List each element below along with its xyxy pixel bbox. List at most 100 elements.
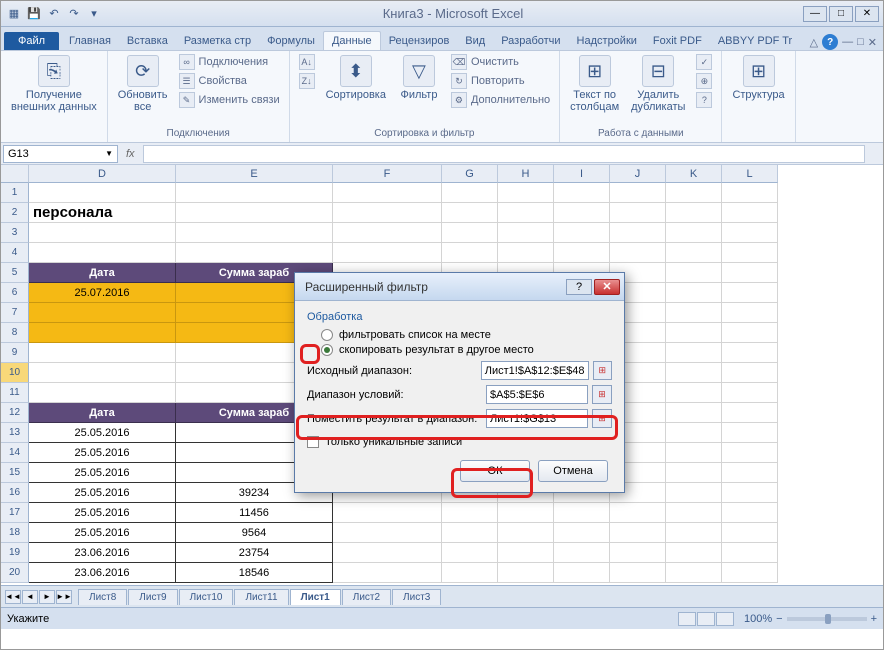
cell-L13[interactable] [722,423,778,443]
save-icon[interactable]: 💾 [25,5,43,23]
col-G[interactable]: G [442,165,498,183]
cell-D6[interactable]: 25.07.2016 [29,283,176,303]
cell-L7[interactable] [722,303,778,323]
cell-J4[interactable] [610,243,666,263]
cell-K8[interactable] [666,323,722,343]
radio-filter-inplace[interactable]: фильтровать список на месте [321,329,612,341]
cancel-button[interactable]: Отмена [538,460,608,482]
sort-az-button[interactable]: A↓ [296,53,318,71]
cell-K6[interactable] [666,283,722,303]
tab-insert[interactable]: Вставка [119,32,176,50]
cell-K17[interactable] [666,503,722,523]
data-validation-button[interactable]: ✓ [693,53,715,71]
qat-dropdown-icon[interactable]: ▾ [85,5,103,23]
cell-K9[interactable] [666,343,722,363]
col-D[interactable]: D [29,165,176,183]
maximize-button[interactable]: □ [829,6,853,22]
doc-restore-icon[interactable]: □ [857,36,864,48]
cell-D20[interactable]: 23.06.2016 [29,563,176,583]
tab-abbyy[interactable]: ABBYY PDF Tr [710,32,800,50]
zoom-in-button[interactable]: + [871,613,877,625]
refresh-all-button[interactable]: ⟳Обновить все [114,53,172,115]
cell-E2[interactable] [176,203,333,223]
cell-L11[interactable] [722,383,778,403]
cell-K14[interactable] [666,443,722,463]
properties-button[interactable]: ☰Свойства [176,72,283,90]
excel-icon[interactable]: ▦ [5,5,23,23]
cell-L19[interactable] [722,543,778,563]
cell-L10[interactable] [722,363,778,383]
radio-copy-elsewhere[interactable]: скопировать результат в другое место [321,344,612,356]
tab-file[interactable]: Файл [4,32,59,50]
cell-H4[interactable] [498,243,554,263]
tab-formulas[interactable]: Формулы [259,32,323,50]
row-12[interactable]: 12 [1,403,29,423]
sheet-tab-Лист10[interactable]: Лист10 [179,589,234,605]
cell-L8[interactable] [722,323,778,343]
cell-G4[interactable] [442,243,498,263]
cell-K12[interactable] [666,403,722,423]
col-L[interactable]: L [722,165,778,183]
filter-button[interactable]: ▽Фильтр [394,53,444,103]
cell-D11[interactable] [29,383,176,403]
cell-K20[interactable] [666,563,722,583]
normal-view-button[interactable] [678,612,696,626]
cell-L4[interactable] [722,243,778,263]
dialog-titlebar[interactable]: Расширенный фильтр ? ✕ [295,273,624,301]
cell-L1[interactable] [722,183,778,203]
cell-I4[interactable] [554,243,610,263]
cell-L17[interactable] [722,503,778,523]
cell-G17[interactable] [442,503,498,523]
undo-icon[interactable]: ↶ [45,5,63,23]
sheet-tab-Лист2[interactable]: Лист2 [342,589,391,605]
input-copy-to[interactable]: Лист1!$G$13 [486,409,588,428]
cell-I20[interactable] [554,563,610,583]
cell-I17[interactable] [554,503,610,523]
zoom-slider[interactable] [787,617,867,621]
tab-data[interactable]: Данные [323,31,381,50]
dialog-help-button[interactable]: ? [566,279,592,295]
cell-K4[interactable] [666,243,722,263]
cell-L12[interactable] [722,403,778,423]
chevron-down-icon[interactable]: ▼ [105,149,113,158]
whatif-button[interactable]: ? [693,91,715,109]
cell-J20[interactable] [610,563,666,583]
row-1[interactable]: 1 [1,183,29,203]
cell-K3[interactable] [666,223,722,243]
cell-H20[interactable] [498,563,554,583]
range-picker-1[interactable]: ⊞ [593,361,612,380]
cell-L6[interactable] [722,283,778,303]
cell-F4[interactable] [333,243,442,263]
ribbon-minimize-icon[interactable]: △ [810,36,818,49]
cell-I1[interactable] [554,183,610,203]
cell-J19[interactable] [610,543,666,563]
cell-K7[interactable] [666,303,722,323]
cell-F20[interactable] [333,563,442,583]
cell-F1[interactable] [333,183,442,203]
reapply-button[interactable]: ↻Повторить [448,72,553,90]
cell-E4[interactable] [176,243,333,263]
col-J[interactable]: J [610,165,666,183]
next-sheet-button[interactable]: ► [39,590,55,604]
cell-D15[interactable]: 25.05.2016 [29,463,176,483]
cell-E19[interactable]: 23754 [176,543,333,563]
cell-G3[interactable] [442,223,498,243]
cell-L2[interactable] [722,203,778,223]
cell-D18[interactable]: 25.05.2016 [29,523,176,543]
cell-D10[interactable] [29,363,176,383]
cell-E1[interactable] [176,183,333,203]
cell-H3[interactable] [498,223,554,243]
row-11[interactable]: 11 [1,383,29,403]
sheet-tab-Лист8[interactable]: Лист8 [78,589,127,605]
cell-D12[interactable]: Дата [29,403,176,423]
sheet-tab-Лист3[interactable]: Лист3 [392,589,441,605]
cell-D1[interactable] [29,183,176,203]
name-box[interactable]: G13▼ [3,145,118,163]
cell-J18[interactable] [610,523,666,543]
cell-D4[interactable] [29,243,176,263]
row-5[interactable]: 5 [1,263,29,283]
cell-I18[interactable] [554,523,610,543]
redo-icon[interactable]: ↷ [65,5,83,23]
cell-G19[interactable] [442,543,498,563]
cell-I3[interactable] [554,223,610,243]
